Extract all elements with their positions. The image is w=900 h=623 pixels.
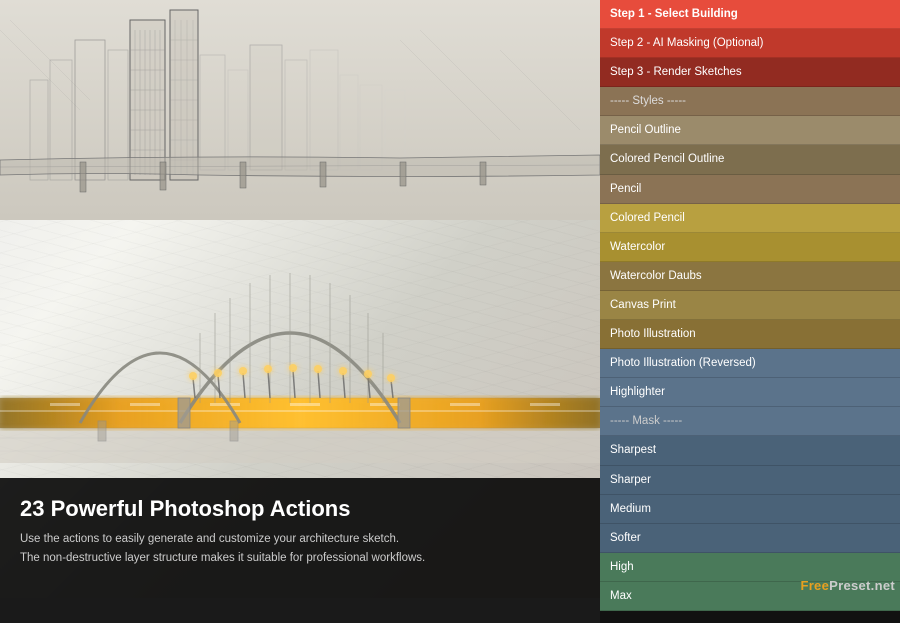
bridge-svg [0, 203, 600, 503]
action-item-pencil[interactable]: Pencil [600, 175, 900, 204]
actions-panel: Step 1 - Select BuildingStep 2 - AI Mask… [600, 0, 900, 598]
watermark-badge: FreePreset.net [800, 578, 895, 593]
action-item-sep1[interactable]: ----- Styles ----- [600, 87, 900, 116]
caption-bar: 23 Powerful Photoshop Actions Use the ac… [0, 478, 600, 598]
badge-area [600, 611, 900, 623]
city-skyline-svg [0, 0, 600, 220]
action-item-sep2[interactable]: ----- Mask ----- [600, 407, 900, 436]
action-item-highlighter[interactable]: Highlighter [600, 378, 900, 407]
action-item-watercolor-daubs[interactable]: Watercolor Daubs [600, 262, 900, 291]
action-item-photo-illustration-rev[interactable]: Photo Illustration (Reversed) [600, 349, 900, 378]
action-item-sharper[interactable]: Sharper [600, 466, 900, 495]
action-item-colored-pencil-outline[interactable]: Colored Pencil Outline [600, 145, 900, 174]
action-item-colored-pencil[interactable]: Colored Pencil [600, 204, 900, 233]
action-item-softer[interactable]: Softer [600, 524, 900, 553]
action-item-step3[interactable]: Step 3 - Render Sketches [600, 58, 900, 87]
action-item-medium[interactable]: Medium [600, 495, 900, 524]
action-item-step2[interactable]: Step 2 - AI Masking (Optional) [600, 29, 900, 58]
image-panel: 23 Powerful Photoshop Actions Use the ac… [0, 0, 600, 598]
action-item-canvas-print[interactable]: Canvas Print [600, 291, 900, 320]
action-item-pencil-outline[interactable]: Pencil Outline [600, 116, 900, 145]
caption-title: 23 Powerful Photoshop Actions [20, 496, 580, 522]
caption-line1: Use the actions to easily generate and c… [20, 530, 580, 548]
action-item-photo-illustration[interactable]: Photo Illustration [600, 320, 900, 349]
sketch-background: 23 Powerful Photoshop Actions Use the ac… [0, 0, 600, 598]
action-item-sharpest[interactable]: Sharpest [600, 436, 900, 465]
action-item-step1[interactable]: Step 1 - Select Building [600, 0, 900, 29]
caption-line2: The non-destructive layer structure make… [20, 549, 580, 567]
action-item-watercolor[interactable]: Watercolor [600, 233, 900, 262]
